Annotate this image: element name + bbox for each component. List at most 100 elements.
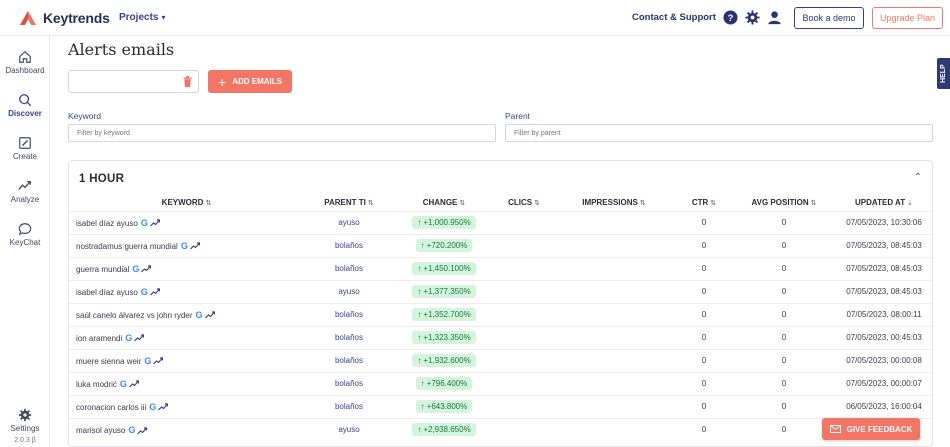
google-icon[interactable]: G	[149, 402, 156, 412]
sidebar-item-discover[interactable]: Discover	[0, 93, 50, 118]
google-icon[interactable]: G	[141, 287, 148, 297]
trend-icon[interactable]	[128, 380, 139, 388]
page-title: Alerts emails	[68, 40, 175, 59]
parent-cell: bolaños	[304, 348, 394, 372]
table-row[interactable]: isabel díaz ayuso Gayuso ↑ +1,377.350% 0 0 07/…	[69, 279, 932, 303]
trend-icon[interactable]	[189, 242, 200, 250]
ctr-cell: 0	[674, 210, 734, 234]
arrow-up-icon: ↑	[417, 356, 422, 365]
google-icon[interactable]: G	[144, 356, 151, 366]
parent-cell: bolaños	[304, 302, 394, 326]
sidebar-item-analyze[interactable]: Analyze	[0, 179, 50, 204]
google-icon[interactable]: G	[132, 264, 139, 274]
trend-icon[interactable]	[204, 311, 215, 319]
keyword-cell[interactable]: isabel díaz ayuso G	[69, 210, 304, 234]
column-header-change[interactable]: CHANGE ⇅	[394, 195, 494, 211]
sort-desc-icon: ⇣	[907, 200, 913, 208]
trend-icon[interactable]	[141, 265, 152, 273]
keyword-cell[interactable]: isabel díaz ayuso G	[69, 279, 304, 303]
upgrade-plan-button[interactable]: Upgrade Plan	[872, 7, 943, 29]
contact-support-link[interactable]: Contact & Support	[632, 12, 716, 23]
alerts-card: 1 HOUR ⌃ KEYWORD ⇅ PARENT TI ⇅ CHANGE ⇅ CLI…	[68, 160, 933, 447]
table-row[interactable]: isabel díaz ayuso Gayuso ↑ +1,000.950% 0 0 07/…	[69, 210, 932, 234]
change-cell: ↑ +796.400%	[394, 371, 494, 395]
keyword-cell[interactable]: coronacion carlos iii G	[69, 394, 304, 418]
arrow-up-icon: ↑	[417, 425, 422, 435]
column-header-avg-position[interactable]: AVG POSITION ⇅	[734, 195, 834, 211]
projects-dropdown[interactable]: Projects ▾	[119, 12, 165, 23]
book-demo-button[interactable]: Book a demo	[794, 7, 864, 29]
trend-icon[interactable]	[158, 403, 169, 411]
avg-position-cell: 0	[734, 325, 834, 349]
trend-icon[interactable]	[137, 427, 148, 435]
arrow-up-icon: ↑	[417, 287, 422, 296]
trash-icon[interactable]	[183, 76, 192, 87]
column-header-updated-at[interactable]: UPDATED AT ⇣	[834, 195, 932, 211]
trend-icon[interactable]	[153, 357, 164, 365]
clics-cell	[494, 210, 554, 234]
sidebar-item-keychat[interactable]: KeyChat	[0, 222, 50, 247]
change-badge: ↑ +643.800%	[415, 400, 473, 413]
trend-icon[interactable]	[134, 334, 145, 342]
change-cell: ↑ +1,352.700%	[394, 302, 494, 326]
keyword-filter-label: Keyword	[68, 111, 102, 121]
help-tab[interactable]: HELP	[937, 58, 950, 89]
change-badge: ↑ +1,932.600%	[412, 354, 476, 367]
clics-cell	[494, 279, 554, 303]
keyword-cell[interactable]: muere sienna weir G	[69, 348, 304, 372]
keyword-text: nostradamus guerra mundial	[76, 241, 178, 251]
column-header-impressions[interactable]: IMPRESSIONS ⇅	[554, 195, 674, 211]
impressions-cell	[554, 325, 674, 349]
keyword-cell[interactable]: nostradamus guerra mundial G	[69, 233, 304, 257]
table-row[interactable]: luka modrić Gbolaños ↑ +796.400% 0 0 07/05/202…	[69, 371, 932, 395]
table-row[interactable]: coronacion carlos iii Gbolaños ↑ +643.800% 0…	[69, 394, 932, 418]
trend-icon[interactable]	[149, 219, 160, 227]
table-row[interactable]: nostradamus guerra mundial Gbolaños ↑ +720.…	[69, 233, 932, 257]
google-icon[interactable]: G	[120, 379, 127, 389]
help-circle-icon[interactable]: ?	[723, 10, 738, 25]
search-icon	[19, 94, 32, 107]
column-header-parent[interactable]: PARENT TI ⇅	[304, 195, 394, 211]
google-icon[interactable]: G	[181, 241, 188, 251]
user-icon[interactable]	[767, 10, 782, 25]
chevron-up-icon[interactable]: ⌃	[914, 172, 922, 183]
google-icon[interactable]: G	[128, 425, 135, 435]
sidebar-item-settings[interactable]: Settings	[0, 408, 50, 433]
sidebar-item-label: Analyze	[10, 195, 40, 204]
arrow-up-icon: ↑	[417, 218, 422, 227]
impressions-cell	[554, 279, 674, 303]
column-header-ctr[interactable]: CTR ⇅	[674, 195, 734, 211]
google-icon[interactable]: G	[125, 333, 132, 343]
email-input[interactable]	[68, 70, 199, 93]
give-feedback-button[interactable]: GIVE FEEDBACK	[822, 418, 920, 440]
google-icon[interactable]: G	[141, 218, 148, 228]
sidebar-item-dashboard[interactable]: Dashboard	[0, 50, 50, 75]
keyword-cell[interactable]: ion aramendi G	[69, 325, 304, 349]
table-row[interactable]: ion aramendi Gbolaños ↑ +1,323.350% 0 0 07/05/…	[69, 325, 932, 349]
sidebar-item-create[interactable]: Create	[0, 136, 50, 161]
change-badge: ↑ +796.400%	[415, 377, 473, 390]
column-header-clics[interactable]: CLICS ⇅	[494, 195, 554, 211]
parent-filter-input[interactable]: Filter by parent	[505, 124, 933, 142]
add-emails-button[interactable]: + ADD EMAILS	[208, 70, 292, 93]
keyword-filter-input[interactable]: Filter by keyword	[68, 124, 496, 142]
keyword-cell[interactable]: luka modrić G	[69, 371, 304, 395]
trend-icon[interactable]	[149, 288, 160, 296]
logo[interactable]: Keytrends	[19, 10, 110, 26]
gear-icon[interactable]	[745, 10, 760, 25]
table-row[interactable]: guerra mundial Gbolaños ↑ +1,450.100% 0 0 07/0…	[69, 256, 932, 280]
avg-position-cell: 0	[734, 417, 834, 441]
change-badge: ↑ +1,323.350%	[412, 331, 476, 344]
keyword-cell[interactable]: guerra mundial G	[69, 256, 304, 280]
impressions-cell	[554, 371, 674, 395]
table-row[interactable]: saúl canelo álvarez vs john ryder Gbolaño…	[69, 302, 932, 326]
keyword-cell[interactable]: marisol ayuso G	[69, 417, 304, 441]
sidebar-item-label: Create	[12, 152, 37, 161]
column-header-keyword[interactable]: KEYWORD ⇅	[69, 195, 304, 211]
table-row[interactable]: muere sienna weir Gbolaños ↑ +1,932.600% 0 0 0…	[69, 348, 932, 372]
table-row[interactable]: marisol ayuso Gayuso ↑ +2,938.650% 0 0	[69, 417, 932, 441]
google-icon[interactable]: G	[196, 310, 203, 320]
keyword-cell[interactable]: saúl canelo álvarez vs john ryder G	[69, 302, 304, 326]
give-feedback-label: GIVE FEEDBACK	[846, 424, 913, 434]
impressions-cell	[554, 394, 674, 418]
